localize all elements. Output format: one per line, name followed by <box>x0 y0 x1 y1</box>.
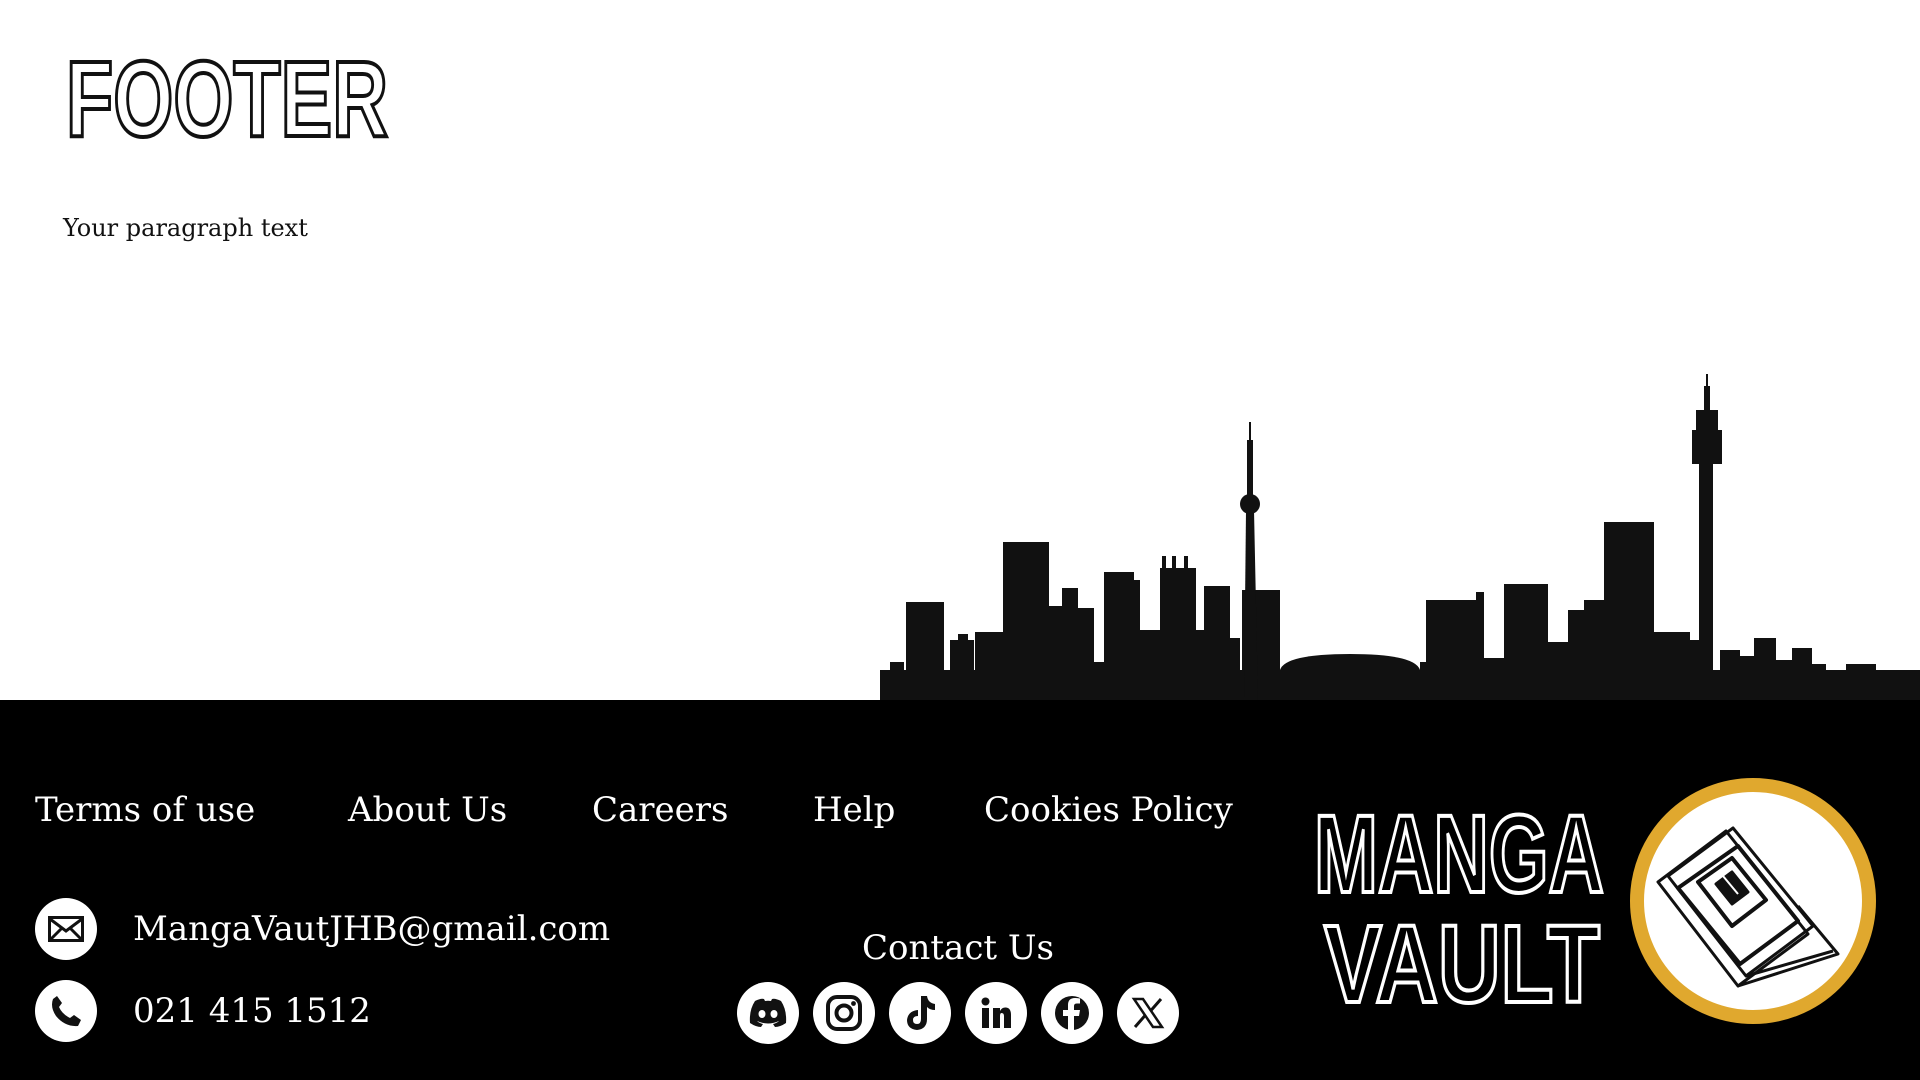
logo-line-2: VAULT <box>1324 903 1600 1011</box>
nav-help-link[interactable]: Help <box>813 790 895 830</box>
instagram-icon[interactable] <box>813 982 875 1044</box>
discord-icon[interactable] <box>737 982 799 1044</box>
x-icon[interactable] <box>1117 982 1179 1044</box>
linkedin-icon[interactable] <box>965 982 1027 1044</box>
phone-icon <box>35 980 97 1042</box>
book-logo-badge <box>1630 778 1876 1024</box>
page-title-text: FOOTER <box>66 46 388 146</box>
social-links <box>737 982 1179 1044</box>
nav-cookies-policy-link[interactable]: Cookies Policy <box>984 790 1233 830</box>
contact-us-heading: Contact Us <box>862 928 1054 968</box>
page: FOOTER Your paragraph text Terms of use … <box>0 0 1920 1080</box>
logo-line-1: MANGA <box>1314 796 1604 916</box>
contact-email-text[interactable]: MangaVautJHB@gmail.com <box>133 909 610 949</box>
contact-phone-text[interactable]: 021 415 1512 <box>133 991 371 1031</box>
nav-about-us-link[interactable]: About Us <box>348 790 507 830</box>
footer: Terms of use About Us Careers Help Cooki… <box>0 700 1920 1080</box>
facebook-icon[interactable] <box>1041 982 1103 1044</box>
nav-terms-of-use-link[interactable]: Terms of use <box>35 790 255 830</box>
city-skyline-image <box>880 374 1920 702</box>
paragraph-text: Your paragraph text <box>63 214 308 242</box>
manga-vault-logo: MANGA VAULT <box>1312 796 1606 1011</box>
page-title: FOOTER <box>64 46 390 146</box>
nav-careers-link[interactable]: Careers <box>592 790 728 830</box>
contact-phone-row: 021 415 1512 <box>35 980 371 1042</box>
mail-icon <box>35 898 97 960</box>
tiktok-icon[interactable] <box>889 982 951 1044</box>
contact-email-row: MangaVautJHB@gmail.com <box>35 898 610 960</box>
